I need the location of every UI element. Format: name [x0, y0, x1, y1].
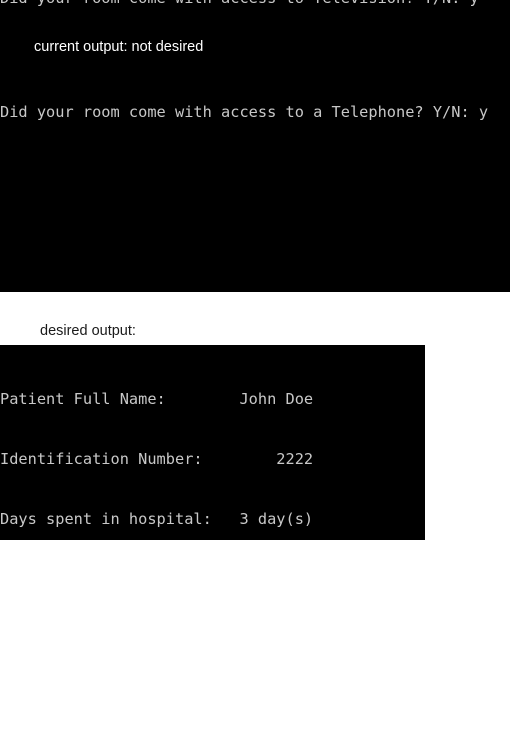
desired-output-caption: desired output:: [40, 323, 136, 339]
console-line-television-prompt: Did your room come with access to Televi…: [0, 0, 510, 8]
desired-row-patient-name: Patient Full Name: John Doe: [0, 390, 314, 408]
console-line-telephone-prompt: Did your room come with access to a Tele…: [0, 103, 489, 121]
desired-row-identification-number: Identification Number: 2222: [0, 450, 314, 468]
desired-row-days-spent: Days spent in hospital: 3 day(s): [0, 510, 314, 528]
current-output-caption: current output: not desired: [34, 39, 204, 55]
desired-output-console[interactable]: Patient Full Name: John Doe Identificati…: [0, 345, 425, 540]
console-blank-line-1: [0, 182, 510, 202]
console-blank-line-2: [0, 242, 510, 262]
